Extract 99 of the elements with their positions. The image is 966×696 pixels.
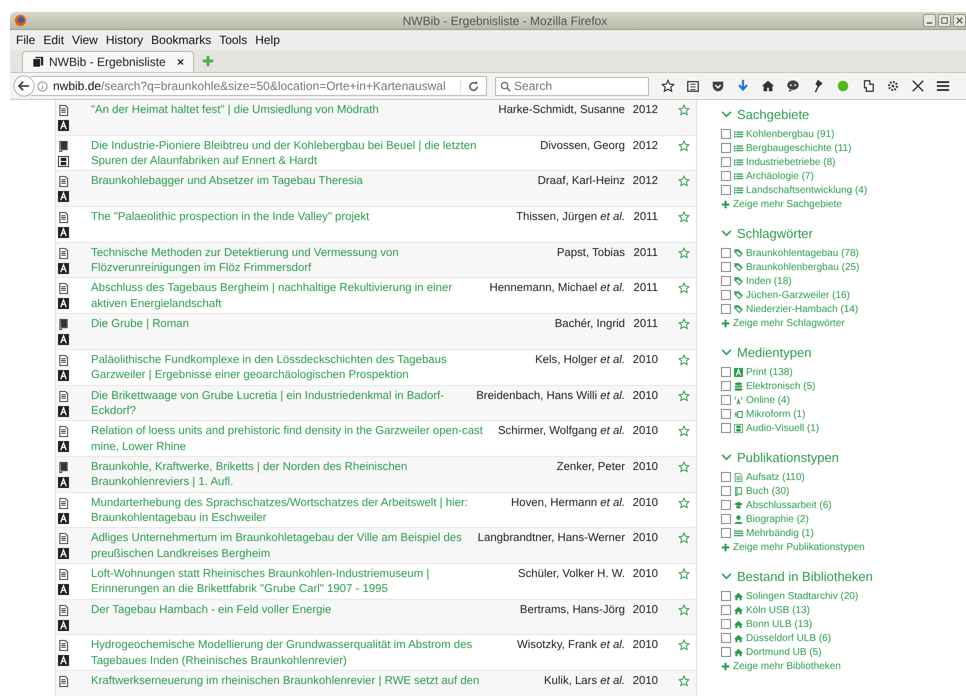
result-title-link[interactable]: "An der Heimat haltet fest" | die Umsiedlung von Mödrath xyxy=(91,103,498,118)
address-field[interactable]: nwbib.de/search?q=braunkohle&size=50&location=Orte+in+Kartenauswal xyxy=(31,76,487,96)
publication-year: 2010 xyxy=(632,566,658,582)
facet-option-link[interactable]: Braunkohlentagebau (78) xyxy=(746,248,859,258)
facet-heading[interactable]: Bestand in Bibliotheken xyxy=(737,569,873,584)
result-title-link[interactable]: Kraftwerkserneuerung im rheinischen Braunkohlenrevier | RWE setzt auf den xyxy=(91,674,499,690)
menu-item[interactable]: Tools xyxy=(215,33,252,47)
facet-option-link[interactable]: Audio-Visuell (1) xyxy=(746,422,820,434)
facet-option-link[interactable]: Mehrbändig (1) xyxy=(746,528,814,538)
publication-year: 2011 xyxy=(632,281,658,296)
facet-option-link[interactable]: Elektronisch (5) xyxy=(746,380,816,392)
author-name: Bachér, Ingrid xyxy=(554,317,625,332)
facet-heading[interactable]: Publikationstypen xyxy=(737,450,839,465)
result-title-link[interactable]: Der Tagebau Hambach - ein Feld voller Energie xyxy=(91,602,499,618)
show-more-link[interactable]: Zeige mehr Schlagwörter xyxy=(733,318,845,328)
publication-year: 2010 xyxy=(632,531,658,546)
facet-option-link[interactable]: Solingen Stadtarchiv (20) xyxy=(746,590,858,602)
menu-item[interactable]: Help xyxy=(251,33,284,47)
result-title-link[interactable]: Die Brikettwaage von Grube Lucretia | ein Industriedenkmal in Badorf-Eckdorf? xyxy=(91,388,476,420)
result-title-link[interactable]: Technische Methoden zur Detektierung und Vermessung von Flözverunreinigungen im Flöz Frimmersdorf xyxy=(91,246,499,277)
result-title-link[interactable]: Paläolithische Fundkomplexe in den Lössdeckschichten des Tagebaus Garzweiler | Ergebnisse einer geoarchäologischen Prospektion xyxy=(91,352,499,384)
publication-year: 2012 xyxy=(632,138,658,154)
menu-item[interactable]: View xyxy=(68,33,102,47)
publication-year: 2010 xyxy=(632,388,658,404)
publication-year: 2010 xyxy=(632,496,658,511)
facet-option-link[interactable]: Dortmund UB (5) xyxy=(746,646,822,658)
show-more-link[interactable]: Zeige mehr Sachgebiete xyxy=(733,198,842,210)
author-name: Hoven, Hermann et al. xyxy=(511,496,625,511)
result-title-link[interactable]: Die Grube | Roman xyxy=(91,317,499,333)
result-title-link[interactable]: Adliges Unternehmertum im Braunkohletagebau der Ville am Beispiel des preußischen Landkreises Bergheim xyxy=(91,531,478,562)
result-title-link[interactable]: Die Industrie-Pioniere Bleibtreu und der Kohlebergbau bei Beuel | die letzten Spuren der Alaunfabriken auf Ennert & Hardt xyxy=(91,138,499,170)
result-title-link[interactable]: Braunkohle, Kraftwerke, Briketts | der Norden des Rheinischen Braunkohlenreviers | 1. Aufl. xyxy=(91,460,499,491)
menu-item[interactable]: Bookmarks xyxy=(147,33,216,47)
result-title-link[interactable]: Mundarterhebung des Sprachschatzes/Wortschatzes der Arbeitswelt | hier: Braunkohlentagebau in Eschweiler xyxy=(91,496,499,527)
publication-year: 2011 xyxy=(632,246,658,261)
result-title-link[interactable]: Relation of loess units and prehistoric find density in the Garzweiler open-cast mine, Lower Rhine xyxy=(91,424,498,456)
author-name: Schüler, Volker H. W. xyxy=(518,566,625,582)
result-title-link[interactable]: Braunkohlebagger und Absetzer im Tagebau Theresia xyxy=(91,174,499,190)
facet-option-link[interactable]: Bonn ULB (13) xyxy=(746,618,812,630)
author-name: Bertrams, Hans-Jörg xyxy=(520,602,625,618)
author-name: Wisotzky, Frank et al. xyxy=(516,638,625,654)
publication-year: 2010 xyxy=(632,424,658,440)
author-name: Harke-Schmidt, Susanne xyxy=(498,103,625,118)
url-path: /search?q=braunkohle&size=50&location=Orte+in+Kartenauswal xyxy=(101,79,446,93)
publication-year: 2010 xyxy=(632,638,658,654)
facet-option-link[interactable]: Bergbaugeschichte (11) xyxy=(746,142,852,154)
facet-option-link[interactable]: Kohlenbergbau (91) xyxy=(746,128,834,140)
menu-item[interactable]: Edit xyxy=(39,33,68,47)
publication-year: 2010 xyxy=(632,674,658,689)
facet-heading[interactable]: Sachgebiete xyxy=(737,107,810,122)
show-more-link[interactable]: Zeige mehr Bibliotheken xyxy=(733,660,841,672)
publication-year: 2011 xyxy=(632,210,658,226)
author-name: Papst, Tobias xyxy=(556,246,625,261)
author-name: Kels, Holger et al. xyxy=(535,352,625,368)
author-name: Langbrandtner, Hans-Werner xyxy=(478,531,625,546)
facet-option-link[interactable]: Abschlussarbeit (6) xyxy=(746,500,832,510)
facet-option-link[interactable]: Jüchen-Garzweiler (16) xyxy=(746,290,850,300)
facet-option-link[interactable]: Braunkohlenbergbau (25) xyxy=(746,262,860,272)
result-title-link[interactable]: Hydrogeochemische Modellierung der Grundwasserqualität im Abstrom des Tagebaues Inden (Rheinisches Braunkohlenrevier) xyxy=(91,638,499,670)
facet-option-link[interactable]: Print (138) xyxy=(746,366,793,378)
tab-close-button[interactable]: × xyxy=(176,55,184,69)
author-name: Kulik, Lars et al. xyxy=(544,674,625,689)
author-name: Thissen, Jürgen et al. xyxy=(516,210,625,226)
result-title-link[interactable]: The "Palaeolithic prospection in the Inde Valley" projekt xyxy=(91,210,499,226)
author-name: Divossen, Georg xyxy=(540,138,625,154)
facet-option-link[interactable]: Landschaftsentwicklung (4) xyxy=(746,184,868,196)
menu-item[interactable]: File xyxy=(12,33,40,47)
author-name: Schirmer, Wolfgang et al. xyxy=(498,424,625,440)
publication-year: 2010 xyxy=(632,352,658,368)
url-host: nwbib.de xyxy=(53,79,102,93)
facet-option-link[interactable]: Köln USB (13) xyxy=(746,604,810,616)
publication-year: 2011 xyxy=(632,317,658,332)
author-name: Hennemann, Michael et al. xyxy=(489,281,625,296)
facet-option-link[interactable]: Biographie (2) xyxy=(746,514,809,524)
publication-year: 2012 xyxy=(632,103,658,118)
window-title: NWBib - Ergebnisliste - Mozilla Firefox xyxy=(402,14,608,28)
browser-tab[interactable]: NWBib - Ergebnisliste × xyxy=(22,51,194,72)
show-more-link[interactable]: Zeige mehr Publikationstypen xyxy=(733,542,865,552)
menu-item[interactable]: History xyxy=(102,33,148,47)
facet-heading[interactable]: Medientypen xyxy=(737,345,812,360)
facet-option-link[interactable]: Mikroform (1) xyxy=(746,408,806,420)
result-title-link[interactable]: Abschluss des Tagebaus Bergheim | nachhaltige Rekultivierung in einer aktiven Energielandschaft xyxy=(91,281,490,312)
author-name: Zenker, Peter xyxy=(556,460,625,475)
facet-option-link[interactable]: Buch (30) xyxy=(746,486,790,496)
search-field[interactable]: Search xyxy=(495,76,649,96)
facet-option-link[interactable]: Industriebetriebe (8) xyxy=(746,156,836,168)
facet-option-link[interactable]: Düsseldorf ULB (6) xyxy=(746,632,832,644)
publication-year: 2010 xyxy=(632,460,658,475)
facet-option-link[interactable]: Aufsatz (110) xyxy=(746,472,805,482)
facet-option-link[interactable]: Online (4) xyxy=(746,394,790,406)
author-name: Draaf, Karl-Heinz xyxy=(538,174,625,190)
author-name: Breidenbach, Hans Willi et al. xyxy=(476,388,625,404)
publication-year: 2012 xyxy=(632,174,658,190)
facet-heading[interactable]: Schlagwörter xyxy=(737,226,813,241)
publication-year: 2010 xyxy=(632,602,658,618)
facet-option-link[interactable]: Archäologie (7) xyxy=(746,170,814,182)
result-title-link[interactable]: Loft-Wohnungen statt Rheinisches Braunkohlen-Industriemuseum | Erinnerungen an die Brikettfabrik "Grube Carl" 1907 - 1995 xyxy=(91,566,499,598)
facet-option-link[interactable]: Niederzier-Hambach (14) xyxy=(746,304,858,314)
facet-option-link[interactable]: Inden (18) xyxy=(746,276,792,286)
